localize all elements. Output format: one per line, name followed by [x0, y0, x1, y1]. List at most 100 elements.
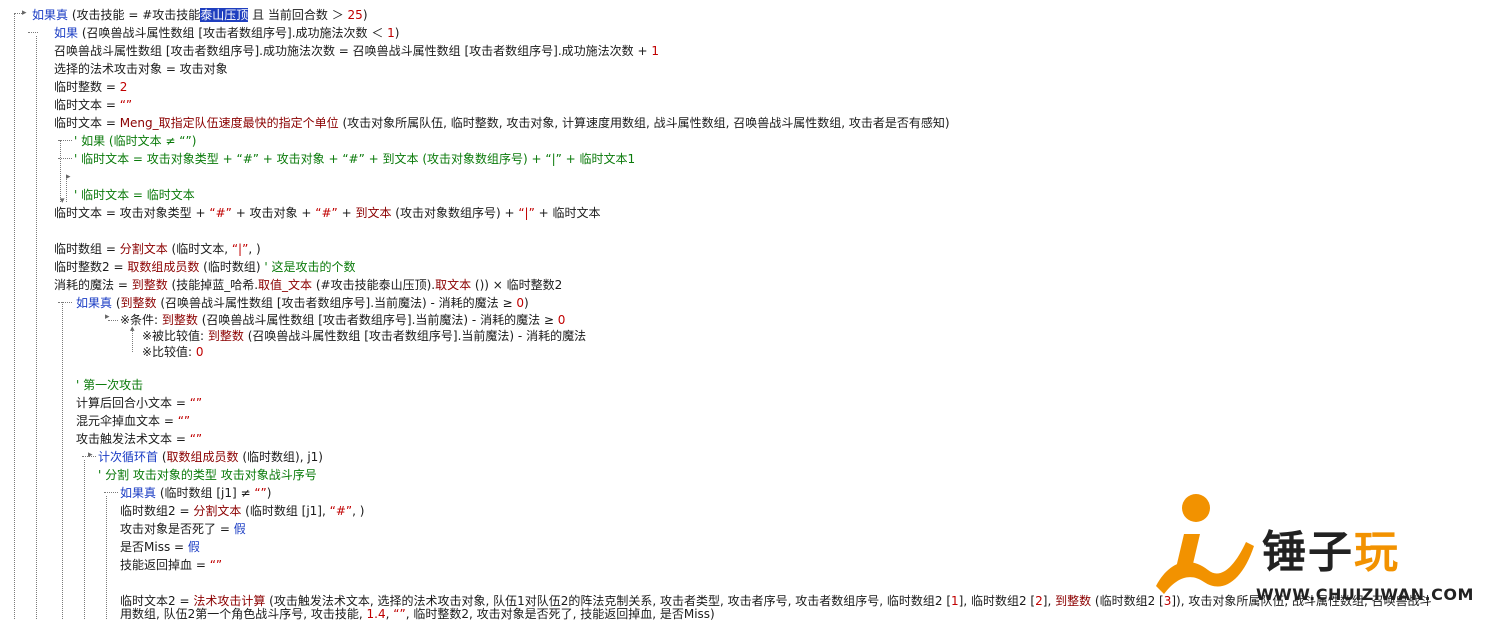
code-token: 分割文本	[193, 504, 242, 518]
tree-node-arrow-icon[interactable]: ▸	[105, 313, 110, 322]
code-line[interactable]: 计次循环首 (取数组成员数 (临时数组), j1)	[98, 448, 323, 466]
code-token: 0	[516, 296, 524, 310]
code-token: (临时数组 [j1],	[241, 504, 330, 518]
code-token: + 攻击对象 +	[231, 206, 316, 220]
brand-name: 锤子玩	[1262, 528, 1400, 578]
code-token: 假	[187, 540, 200, 554]
code-line[interactable]: 如果 (召唤兽战斗属性数组 [攻击者数组序号].成功施法次数 ＜ 1)	[54, 24, 399, 42]
code-token: +	[337, 206, 356, 220]
collapse-arrow-icon[interactable]: ▸	[66, 173, 71, 182]
code-line[interactable]: ' 如果 (临时文本 ≠ “”)	[74, 132, 196, 150]
code-line[interactable]: ' 临时文本 = 临时文本	[74, 186, 195, 204]
code-token: (临时数组)	[199, 260, 265, 274]
code-token: (临时文本,	[167, 242, 232, 256]
code-token: 如果真	[32, 8, 69, 22]
brand-prefix: 锤子	[1262, 527, 1354, 578]
code-line[interactable]: 是否Miss = 假	[120, 538, 200, 556]
code-line[interactable]: 技能返回掉血 = “”	[120, 556, 222, 574]
code-token: (	[158, 450, 167, 464]
code-line[interactable]: 临时文本 = “”	[54, 96, 132, 114]
code-line[interactable]: 如果真 (到整数 (召唤兽战斗属性数组 [攻击者数组序号].当前魔法) - 消耗…	[76, 294, 529, 312]
code-token: 2	[119, 80, 128, 94]
code-token: “|”	[518, 206, 535, 220]
code-token: “|”	[231, 242, 249, 256]
code-token: 选择的法术攻击对象 = 攻击对象	[54, 62, 228, 76]
code-token: 到整数	[207, 329, 244, 343]
code-line[interactable]: ' 第一次攻击	[76, 376, 143, 394]
code-token: (攻击对象所属队伍, 临时整数, 攻击对象, 计算速度用数组, 战斗属性数组, …	[338, 116, 950, 130]
code-token: ※比较值:	[142, 345, 196, 359]
code-line[interactable]: 临时文本 = Meng_取指定队伍速度最快的指定个单位 (攻击对象所属队伍, 临…	[54, 114, 950, 132]
code-token: 到整数	[131, 278, 168, 292]
code-token: ' 如果 (临时文本 ≠ “”)	[74, 134, 197, 148]
code-line[interactable]: 临时数组2 = 分割文本 (临时数组 [j1], “#”, )	[120, 502, 364, 520]
code-line[interactable]: 临时整数2 = 取数组成员数 (临时数组) ' 这是攻击的个数	[54, 258, 355, 276]
code-token: + 临时文本	[534, 206, 601, 220]
code-token: (临时数组), j1)	[238, 450, 323, 464]
code-token: “”	[209, 558, 223, 572]
code-token: )	[394, 26, 400, 40]
code-token: 计算后回合小文本 =	[76, 396, 190, 410]
code-line[interactable]: 如果真 (攻击技能 = #攻击技能泰山压顶 且 当前回合数 ＞ 25)	[32, 6, 368, 24]
code-token: (#攻击技能泰山压顶).	[312, 278, 436, 292]
code-token: 0	[195, 345, 204, 359]
code-line[interactable]: ' 分割 攻击对象的类型 攻击对象战斗序号	[98, 466, 317, 484]
code-token: 0	[557, 313, 566, 327]
code-token: 取数组成员数	[127, 260, 200, 274]
code-token: 攻击触发法术文本 =	[76, 432, 190, 446]
code-line[interactable]: 计算后回合小文本 = “”	[76, 394, 202, 412]
code-token: (	[112, 296, 121, 310]
code-token: 且 当前回合数 ＞	[248, 8, 348, 22]
code-token: 2	[1035, 594, 1043, 608]
code-line[interactable]: 攻击触发法术文本 = “”	[76, 430, 202, 448]
code-token: (召唤兽战斗属性数组 [攻击者数组序号].当前魔法) - 消耗的魔法	[243, 329, 587, 343]
code-line[interactable]: 混元伞掉血文本 = “”	[76, 412, 190, 430]
code-token: (技能掉蓝_哈希.	[167, 278, 259, 292]
code-token: 临时文本 =	[54, 116, 120, 130]
code-line[interactable]: 消耗的魔法 = 到整数 (技能掉蓝_哈希.取值_文本 (#攻击技能泰山压顶).取…	[54, 276, 562, 294]
code-line[interactable]: 用数组, 队伍2第一个角色战斗序号, 攻击技能, 1.4, “”, 临时整数2,…	[120, 605, 715, 623]
code-token: ' 这是攻击的个数	[264, 260, 356, 274]
code-token: ()) × 临时整数2	[471, 278, 563, 292]
code-token: “”	[254, 486, 267, 500]
code-token: ' 临时文本 = 攻击对象类型 + “#” + 攻击对象 + “#” + 到文本…	[74, 152, 636, 166]
code-token: , )	[248, 242, 261, 256]
code-token: 如果	[54, 26, 79, 40]
loop-arrow-icon[interactable]: ▸	[88, 451, 93, 460]
code-line[interactable]: 攻击对象是否死了 = 假	[120, 520, 246, 538]
code-token: ],	[1042, 594, 1056, 608]
code-line[interactable]: ※被比较值: 到整数 (召唤兽战斗属性数组 [攻击者数组序号].当前魔法) - …	[142, 327, 586, 345]
code-line[interactable]: 选择的法术攻击对象 = 攻击对象	[54, 60, 228, 78]
brand-url: WWW.CHUIZIWAN.COM	[1256, 585, 1474, 604]
code-token: (攻击对象数组序号) +	[391, 206, 519, 220]
code-token: 到整数	[1055, 594, 1092, 608]
code-line[interactable]: 临时数组 = 分割文本 (临时文本, “|”, )	[54, 240, 261, 258]
code-line[interactable]: ' 临时文本 = 攻击对象类型 + “#” + 攻击对象 + “#” + 到文本…	[74, 150, 635, 168]
code-token: 临时整数 =	[54, 80, 120, 94]
code-line[interactable]: 召唤兽战斗属性数组 [攻击者数组序号].成功施法次数 = 召唤兽战斗属性数组 […	[54, 42, 659, 60]
code-line[interactable]: 临时整数 = 2	[54, 78, 127, 96]
code-token: 临时文本 =	[54, 98, 120, 112]
code-token: 是否Miss =	[120, 540, 188, 554]
code-token: )	[362, 8, 368, 22]
code-token: 临时文本 = 攻击对象类型 +	[54, 206, 210, 220]
code-token: 计次循环首	[98, 450, 159, 464]
code-token: )	[524, 296, 529, 310]
code-token: “”	[189, 432, 203, 446]
code-token: 临时数组2 =	[120, 504, 194, 518]
code-token: “#”	[209, 206, 232, 220]
code-token: 1	[387, 26, 395, 40]
code-line[interactable]: ※比较值: 0	[142, 343, 204, 361]
code-token: ' 分割 攻击对象的类型 攻击对象战斗序号	[98, 468, 317, 482]
code-line[interactable]: 如果真 (临时数组 [j1] ≠ “”)	[120, 484, 271, 502]
code-token: ' 临时文本 = 临时文本	[74, 188, 195, 202]
code-token: 分割文本	[119, 242, 168, 256]
collapse-arrow-icon[interactable]: ▸	[22, 9, 27, 18]
code-token: 到整数	[120, 296, 157, 310]
code-token: ※条件:	[120, 313, 162, 327]
code-token: 取值_文本	[258, 278, 313, 292]
code-token: 召唤兽战斗属性数组 [攻击者数组序号].成功施法次数 = 召唤兽战斗属性数组 […	[54, 44, 652, 58]
code-token: 临时数组 =	[54, 242, 120, 256]
code-token: 取数组成员数	[166, 450, 239, 464]
code-line[interactable]: 临时文本 = 攻击对象类型 + “#” + 攻击对象 + “#” + 到文本 (…	[54, 204, 601, 222]
